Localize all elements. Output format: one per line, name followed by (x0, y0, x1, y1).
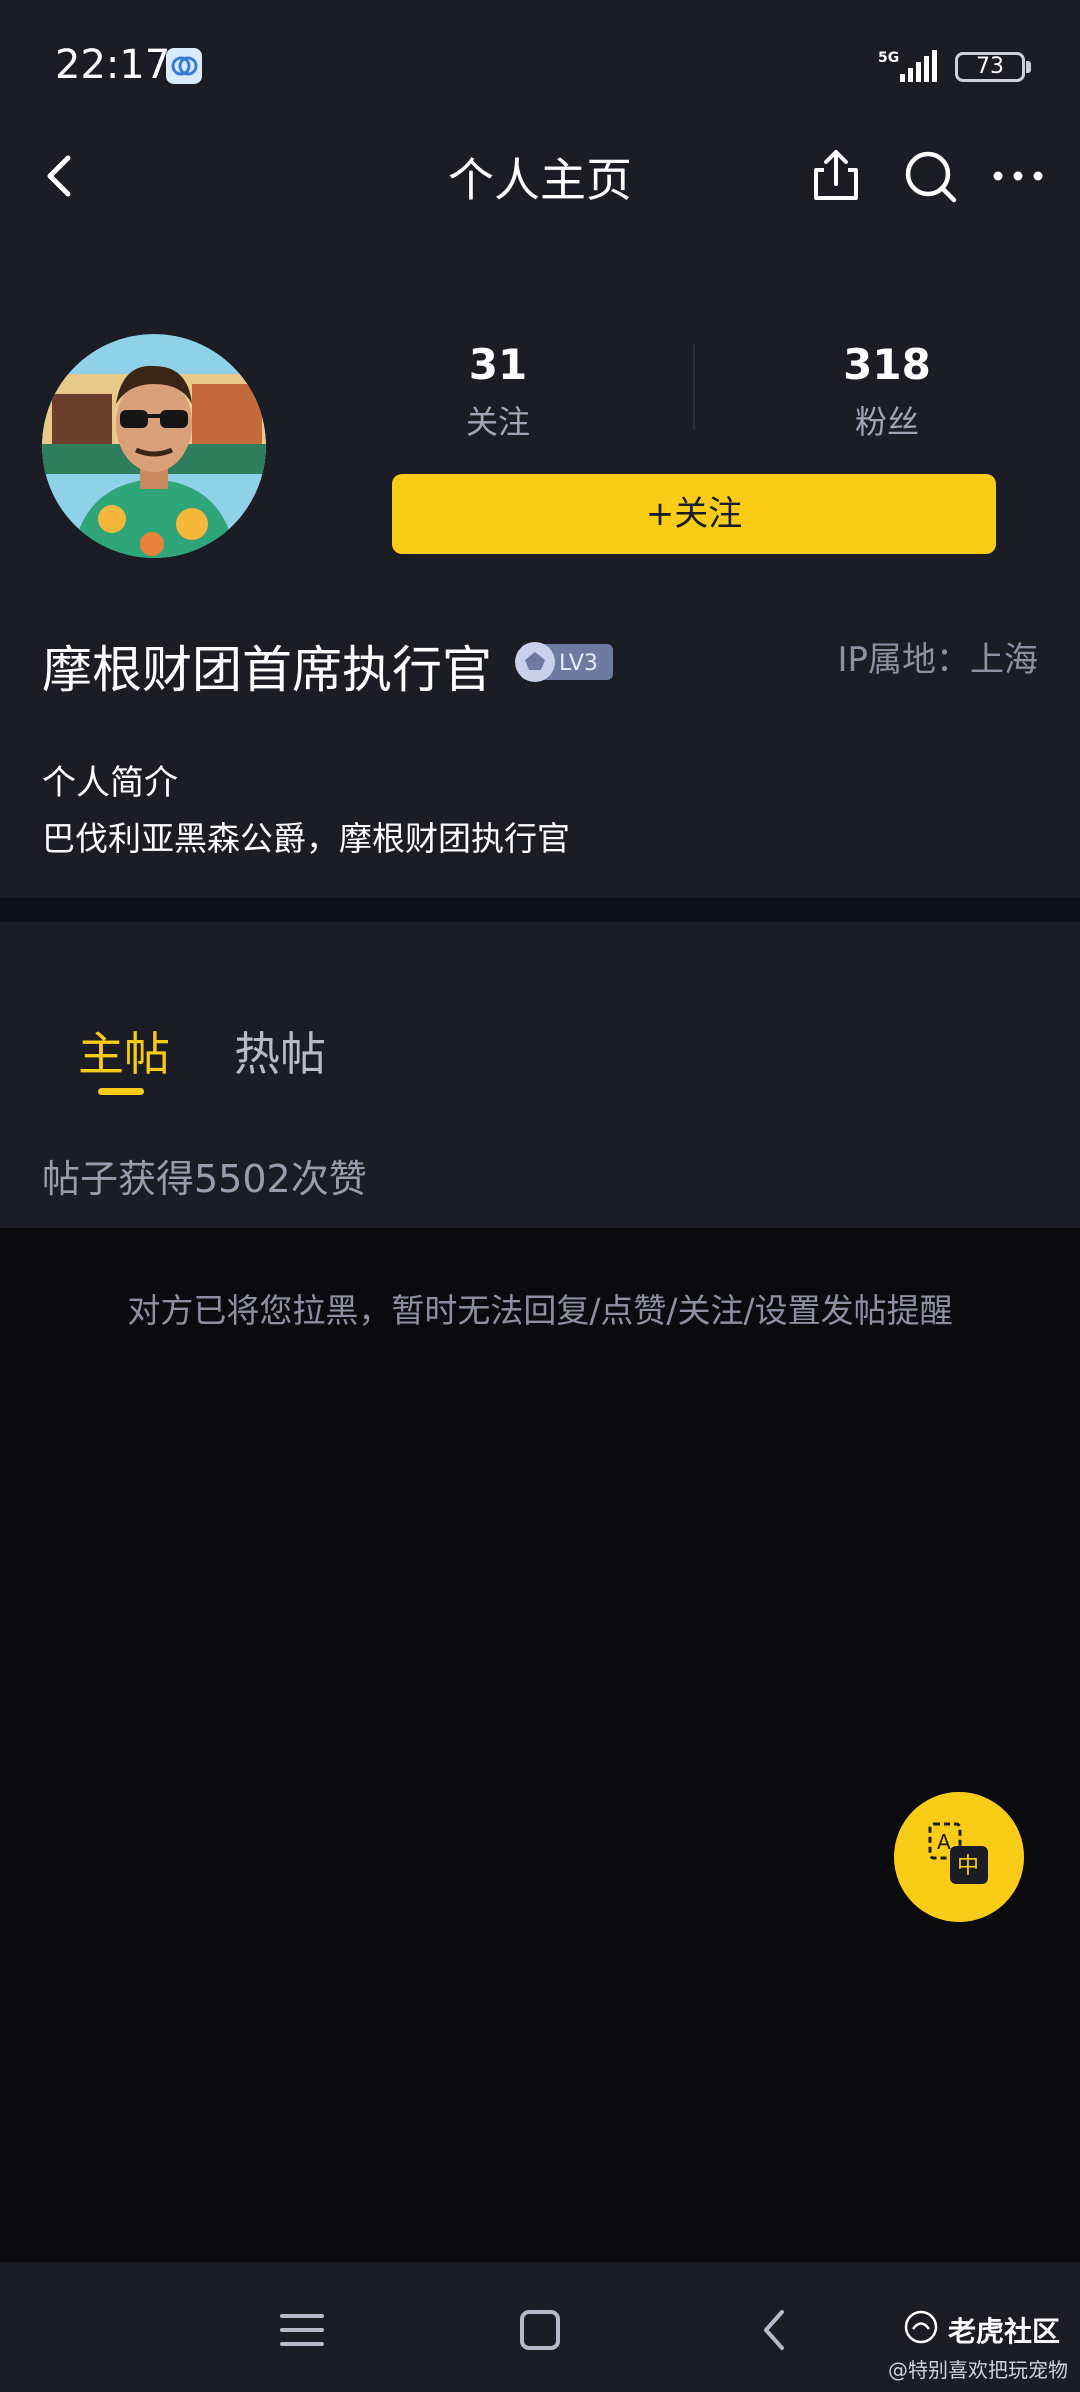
status-time: 22:17 (55, 42, 171, 88)
blocked-notice: 对方已将您拉黑，暂时无法回复/点赞/关注/设置发帖提醒 (127, 1291, 953, 1330)
tab-main-posts[interactable]: 主帖 (78, 1018, 170, 1084)
system-back-icon[interactable] (746, 2300, 806, 2360)
section-divider (0, 898, 1080, 922)
followers-stat[interactable]: 318 粉丝 (737, 340, 1037, 443)
following-stat[interactable]: 31 关注 (348, 340, 648, 443)
username: 摩根财团首席执行官 (42, 641, 492, 699)
watermark-subtitle: @特别喜欢把玩宠物 (888, 2358, 1068, 2382)
header: 个人主页 (0, 130, 1080, 220)
avatar[interactable] (42, 334, 266, 558)
tab-hot-posts[interactable]: 热帖 (234, 1018, 326, 1084)
watermark-title: 老虎社区 (948, 2315, 1061, 2348)
signal-icon: 5G (878, 50, 937, 82)
posts-like-summary: 帖子获得5502次赞 (42, 1157, 367, 1201)
home-icon[interactable] (510, 2300, 570, 2360)
network-label: 5G (878, 50, 899, 66)
battery-cap (1026, 61, 1031, 73)
ip-location: IP属地：上海 (837, 640, 1038, 680)
level-badge: LV3 (515, 642, 613, 682)
app-notification-icon (166, 48, 202, 84)
bio-heading: 个人简介 (42, 763, 178, 803)
following-label: 关注 (465, 403, 530, 441)
active-tab-indicator (98, 1088, 144, 1095)
translate-icon[interactable]: A 中 (894, 1792, 1024, 1922)
battery-indicator: 73 (955, 52, 1025, 82)
status-bar: 22:17 5G 73 (0, 0, 1080, 130)
share-icon[interactable] (804, 144, 868, 208)
stat-divider (693, 344, 695, 430)
more-icon[interactable] (986, 144, 1050, 208)
watermark-logo (904, 2310, 938, 2344)
following-count: 31 (468, 340, 528, 389)
search-icon[interactable] (898, 144, 962, 208)
level-label: LV3 (559, 651, 598, 676)
translate-glyph-zh: 中 (957, 1854, 979, 1879)
followers-count: 318 (843, 340, 931, 389)
menu-icon[interactable] (272, 2300, 332, 2360)
follow-button[interactable]: +关注 (392, 474, 996, 554)
bio-text: 巴伐利亚黑森公爵，摩根财团执行官 (42, 819, 570, 858)
followers-label: 粉丝 (854, 403, 919, 441)
posts-content-area: 对方已将您拉黑，暂时无法回复/点赞/关注/设置发帖提醒 (0, 1228, 1080, 2262)
translate-glyph-a: A (937, 1830, 951, 1854)
